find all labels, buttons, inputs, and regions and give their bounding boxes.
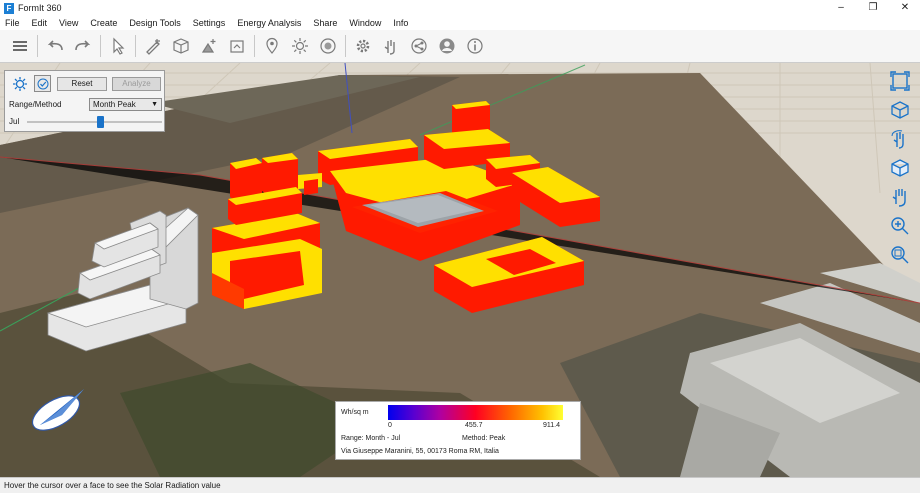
month-slider-thumb[interactable]: [96, 116, 104, 128]
sun-icon[interactable]: [288, 34, 312, 58]
toolbar-divider: [345, 35, 346, 57]
status-bar: Hover the cursor over a face to see the …: [0, 477, 920, 493]
undo-icon[interactable]: [43, 34, 67, 58]
menu-energy-analysis[interactable]: Energy Analysis: [232, 18, 308, 28]
toolbar-divider: [254, 35, 255, 57]
legend-mid: 455.7: [465, 422, 483, 429]
orbit-icon[interactable]: [887, 126, 913, 152]
reset-button[interactable]: Reset: [57, 77, 107, 91]
menu-bar: File Edit View Create Design Tools Setti…: [0, 16, 920, 30]
share-icon[interactable]: [407, 34, 431, 58]
analyze-button[interactable]: Analyze: [112, 77, 161, 91]
zoom-window-icon[interactable]: [887, 242, 913, 268]
navigation-toolbar: [886, 68, 914, 274]
legend-gradient: [388, 405, 563, 420]
menu-settings[interactable]: Settings: [188, 18, 233, 28]
select-icon[interactable]: [106, 34, 130, 58]
title-bar: F FormIt 360 – ❐ ✕: [0, 0, 920, 16]
menu-create[interactable]: Create: [85, 18, 124, 28]
menu-view[interactable]: View: [54, 18, 85, 28]
legend-max: 911.4: [543, 422, 560, 429]
legend-method: Method: Peak: [462, 435, 506, 442]
settings-icon[interactable]: [351, 34, 375, 58]
toolbar-divider: [100, 35, 101, 57]
zoom-extents-icon[interactable]: [887, 68, 913, 94]
chevron-down-icon: ▼: [151, 101, 158, 108]
restore-button[interactable]: ❐: [858, 0, 888, 16]
zoom-in-icon[interactable]: [887, 213, 913, 239]
pan-icon[interactable]: [887, 184, 913, 210]
toolbar-divider: [135, 35, 136, 57]
solar-analysis-panel: Reset Analyze Range/Method Month Peak ▼ …: [4, 70, 165, 132]
view-cube-icon[interactable]: [887, 97, 913, 123]
solar-icon[interactable]: [316, 34, 340, 58]
location-icon[interactable]: [260, 34, 284, 58]
menu-info[interactable]: Info: [388, 18, 415, 28]
main-toolbar: [0, 30, 920, 63]
app-icon: F: [4, 2, 14, 14]
cube-icon[interactable]: [169, 34, 193, 58]
month-label: Jul: [9, 117, 20, 126]
sketch-icon[interactable]: [141, 34, 165, 58]
view-icon[interactable]: [887, 155, 913, 181]
solar-radiation-legend: Wh/sq m 0 455.7 911.4 Range: Month - Jul…: [335, 401, 581, 460]
menu-window[interactable]: Window: [344, 18, 388, 28]
account-icon[interactable]: [435, 34, 459, 58]
legend-unit: Wh/sq m: [341, 409, 369, 416]
import-icon[interactable]: [225, 34, 249, 58]
gesture-icon[interactable]: [379, 34, 403, 58]
legend-range: Range: Month - Jul: [341, 435, 401, 442]
info-icon[interactable]: [463, 34, 487, 58]
toolbar-divider: [37, 35, 38, 57]
range-method-label: Range/Method: [9, 100, 62, 109]
close-button[interactable]: ✕: [890, 0, 920, 16]
menu-design-tools[interactable]: Design Tools: [124, 18, 187, 28]
minimize-button[interactable]: –: [826, 0, 856, 16]
menu-file[interactable]: File: [0, 18, 27, 28]
menu-share[interactable]: Share: [308, 18, 344, 28]
menu-icon[interactable]: [8, 34, 32, 58]
month-slider-track[interactable]: [27, 121, 162, 123]
range-method-select[interactable]: Month Peak ▼: [89, 98, 162, 111]
window-title: FormIt 360: [18, 3, 62, 13]
add-object-icon[interactable]: [197, 34, 221, 58]
sun-settings-icon[interactable]: [11, 75, 28, 92]
menu-edit[interactable]: Edit: [27, 18, 55, 28]
checkbox-icon[interactable]: [34, 75, 51, 92]
redo-icon[interactable]: [71, 34, 95, 58]
range-method-value: Month Peak: [93, 100, 136, 109]
legend-address: Via Giuseppe Maranini, 55, 00173 Roma RM…: [341, 448, 499, 455]
legend-min: 0: [388, 422, 392, 429]
